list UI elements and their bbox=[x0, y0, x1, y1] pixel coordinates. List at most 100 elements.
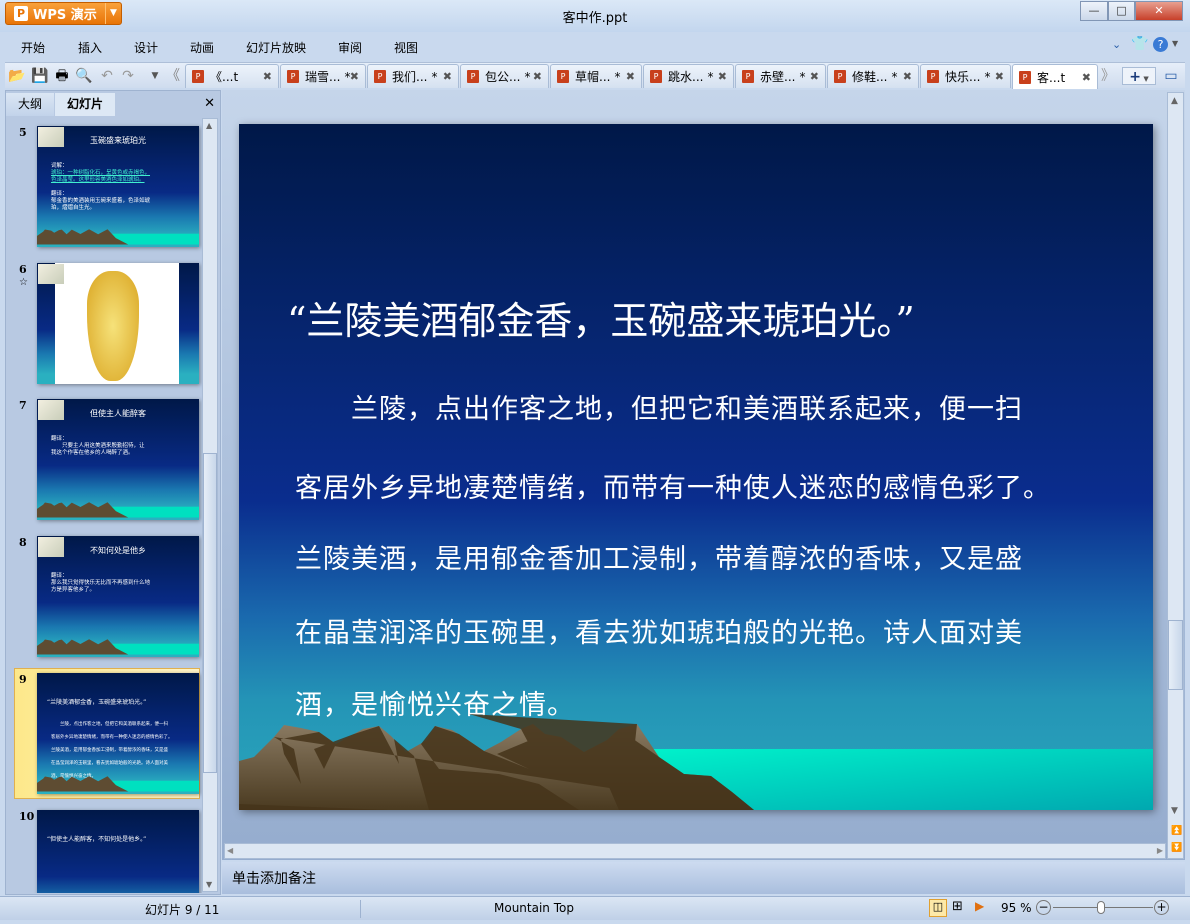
scroll-down-icon[interactable]: ▼ bbox=[1171, 806, 1178, 816]
thumbnail-picture bbox=[38, 264, 64, 284]
thumbnail-title: 不知何处是他乡 bbox=[90, 546, 146, 555]
doc-tab[interactable]: P 瑞雪... * ✖ bbox=[280, 64, 366, 88]
tab-outline[interactable]: 大纲 bbox=[6, 93, 54, 116]
slide-body-line[interactable]: 兰陵，点出作客之地，但把它和美酒联系起来，便一扫 bbox=[295, 387, 1023, 426]
zoom-slider-thumb[interactable] bbox=[1096, 901, 1105, 914]
scrollbar-thumb[interactable] bbox=[1168, 620, 1183, 690]
scroll-left-icon[interactable]: ◀ bbox=[227, 846, 233, 855]
slideshow-view-icon[interactable]: ▶ bbox=[975, 899, 984, 913]
previous-slide-icon[interactable]: ⏫ bbox=[1171, 826, 1182, 836]
slide-panel: 大纲 幻灯片 ✕ 5 玉碗盛来琥珀光 词解： 琥珀：一种树脂化石，呈黄色或赤褐色， 色泽… bbox=[5, 90, 221, 895]
doc-tab[interactable]: P 修鞋... * ✖ bbox=[827, 64, 919, 88]
slide-body-line[interactable]: 兰陵美酒，是用郁金香加工浸制，带着醇浓的香味，又是盛 bbox=[295, 537, 1023, 576]
skin-shirt-icon[interactable]: 👕 bbox=[1131, 36, 1148, 52]
thumbnail-text: 在晶莹润泽的玉碗里，看去犹如琥珀般的光艳。诗人面对美 bbox=[51, 761, 168, 766]
undo-icon[interactable]: ↶ bbox=[98, 67, 116, 85]
doc-tab[interactable]: P 草帽... * ✖ bbox=[550, 64, 642, 88]
minimize-button[interactable]: — bbox=[1080, 1, 1108, 21]
close-tab-icon[interactable]: ✖ bbox=[810, 70, 819, 83]
close-tab-icon[interactable]: ✖ bbox=[626, 70, 635, 83]
doc-tab[interactable]: P 客...t ✖ bbox=[1012, 64, 1098, 89]
editor-horizontal-scrollbar[interactable]: ◀ ▶ bbox=[224, 843, 1166, 859]
modified-marker: * bbox=[891, 69, 898, 84]
close-button[interactable]: ✕ bbox=[1135, 1, 1183, 21]
menu-view[interactable]: 视图 bbox=[394, 39, 418, 56]
menu-design[interactable]: 设计 bbox=[134, 39, 158, 56]
close-tab-icon[interactable]: ✖ bbox=[533, 70, 542, 83]
open-icon[interactable]: 📂 bbox=[8, 67, 26, 85]
slide-title[interactable]: “兰陵美酒郁金香，玉碗盛来琥珀光。” bbox=[287, 290, 915, 345]
maximize-button[interactable]: □ bbox=[1108, 1, 1135, 21]
menu-slideshow[interactable]: 幻灯片放映 bbox=[246, 39, 306, 56]
help-dropdown-icon[interactable]: ▼ bbox=[1172, 39, 1178, 48]
window-layout-icon[interactable]: ▭ bbox=[1162, 67, 1180, 85]
slide-number: 7 bbox=[19, 399, 27, 412]
print-icon[interactable]: 🖶 bbox=[53, 67, 71, 85]
thumbnail-text: 兰陵美酒，是用郁金香加工浸制，带着醇浓的香味，又是盛 bbox=[51, 748, 168, 753]
scroll-up-icon[interactable]: ▲ bbox=[1171, 96, 1178, 106]
customize-toolbar-icon[interactable]: ▼ bbox=[146, 67, 164, 85]
menu-home[interactable]: 开始 bbox=[21, 39, 45, 56]
close-tab-icon[interactable]: ✖ bbox=[718, 70, 727, 83]
slide-thumbnail[interactable]: 但使主人能醉客 翻译： 只要主人用这美酒来殷勤招待，让 我这个作客在他乡的人喝醉了酒… bbox=[37, 399, 199, 520]
close-tab-icon[interactable]: ✖ bbox=[995, 70, 1004, 83]
close-panel-icon[interactable]: ✕ bbox=[204, 96, 215, 111]
print-preview-icon[interactable]: 🔍 bbox=[75, 67, 93, 85]
scrollbar-thumb[interactable] bbox=[203, 453, 217, 773]
normal-view-icon[interactable]: ◫ bbox=[929, 899, 947, 917]
save-icon[interactable]: 💾 bbox=[31, 67, 49, 85]
slide-canvas[interactable]: “兰陵美酒郁金香，玉碗盛来琥珀光。” 兰陵，点出作客之地，但把它和美酒联系起来，… bbox=[239, 124, 1153, 810]
close-tab-icon[interactable]: ✖ bbox=[350, 70, 359, 83]
theme-name: Mountain Top bbox=[494, 901, 574, 915]
modified-marker: * bbox=[614, 69, 621, 84]
mountain-illustration bbox=[37, 639, 199, 655]
ppt-file-icon: P bbox=[374, 70, 386, 83]
scroll-down-icon[interactable]: ▼ bbox=[206, 880, 212, 889]
menu-review[interactable]: 审阅 bbox=[338, 39, 362, 56]
slide-thumbnail[interactable]: 不知何处是他乡 翻译： 那么我只觉得快乐无比而不再感到什么地 方是异客他乡了。 bbox=[37, 536, 199, 657]
zoom-in-button[interactable]: + bbox=[1154, 900, 1169, 915]
slide-thumbnail[interactable]: “兰陵美酒郁金香，玉碗盛来琥珀光。” 兰陵，点出作客之地，但把它和美酒联系起来，… bbox=[37, 673, 199, 794]
doc-tab[interactable]: P 赤壁... * ✖ bbox=[735, 64, 826, 88]
slide-sorter-view-icon[interactable]: ⊞ bbox=[952, 899, 963, 914]
next-slide-icon[interactable]: ⏬ bbox=[1171, 843, 1182, 853]
scroll-right-icon[interactable]: ▶ bbox=[1157, 846, 1163, 855]
help-icon[interactable]: ? bbox=[1153, 37, 1168, 52]
doc-tab[interactable]: P 包公... * ✖ bbox=[460, 64, 549, 88]
ppt-file-icon: P bbox=[467, 70, 479, 83]
close-tab-icon[interactable]: ✖ bbox=[1082, 71, 1091, 84]
doc-tab[interactable]: P 我们... * ✖ bbox=[367, 64, 459, 88]
menu-insert[interactable]: 插入 bbox=[78, 39, 102, 56]
slide-body-line[interactable]: 在晶莹润泽的玉碗里，看去犹如琥珀般的光艳。诗人面对美 bbox=[295, 611, 1023, 650]
editor-vertical-scrollbar[interactable]: ▲ ▼ ⏫ ⏬ bbox=[1167, 92, 1184, 859]
slide-thumbnail[interactable] bbox=[37, 263, 199, 384]
slide-thumbnail[interactable]: “但使主人能醉客，不知何处是他乡。” bbox=[37, 810, 199, 893]
ppt-file-icon: P bbox=[927, 70, 939, 83]
slide-body-line[interactable]: 客居外乡异地凄楚情绪，而带有一种使人迷恋的感情色彩了。 bbox=[295, 466, 1051, 505]
ppt-file-icon: P bbox=[834, 70, 846, 83]
new-tab-button[interactable]: + ▼ bbox=[1122, 67, 1156, 85]
thumbnail-text: 兰陵，点出作客之地，但把它和美酒联系起来，便一扫 bbox=[51, 722, 168, 727]
close-tab-icon[interactable]: ✖ bbox=[443, 70, 452, 83]
scroll-up-icon[interactable]: ▲ bbox=[206, 121, 212, 130]
thumbnail-text: 珀，熠熠自生光。 bbox=[51, 205, 96, 211]
ppt-file-icon: P bbox=[192, 70, 204, 83]
thumbnail-title: 但使主人能醉客 bbox=[90, 409, 146, 418]
scroll-tabs-left-icon[interactable]: 《 bbox=[164, 67, 182, 85]
doc-tab[interactable]: P 快乐... * ✖ bbox=[920, 64, 1011, 88]
redo-icon[interactable]: ↷ bbox=[119, 67, 137, 85]
doc-tab[interactable]: P 《...t ✖ bbox=[185, 64, 279, 88]
collapse-ribbon-icon[interactable]: ⌄ bbox=[1112, 38, 1121, 51]
close-tab-icon[interactable]: ✖ bbox=[263, 70, 272, 83]
notes-pane[interactable]: 单击添加备注 bbox=[222, 862, 1185, 894]
scroll-tabs-right-icon[interactable]: 》 bbox=[1099, 67, 1117, 85]
slide-thumbnail[interactable]: 玉碗盛来琥珀光 词解： 琥珀：一种树脂化石，呈黄色或赤褐色， 色泽晶莹。这里形容美酒色… bbox=[37, 126, 199, 247]
tab-slides[interactable]: 幻灯片 bbox=[55, 93, 115, 116]
menu-animation[interactable]: 动画 bbox=[190, 39, 214, 56]
ppt-file-icon: P bbox=[287, 70, 299, 83]
zoom-out-button[interactable]: − bbox=[1036, 900, 1051, 915]
doc-tab-label: 赤壁... bbox=[760, 70, 796, 84]
thumbnail-scrollbar[interactable]: ▲ ▼ bbox=[202, 118, 218, 892]
close-tab-icon[interactable]: ✖ bbox=[903, 70, 912, 83]
doc-tab[interactable]: P 跳水... * ✖ bbox=[643, 64, 734, 88]
